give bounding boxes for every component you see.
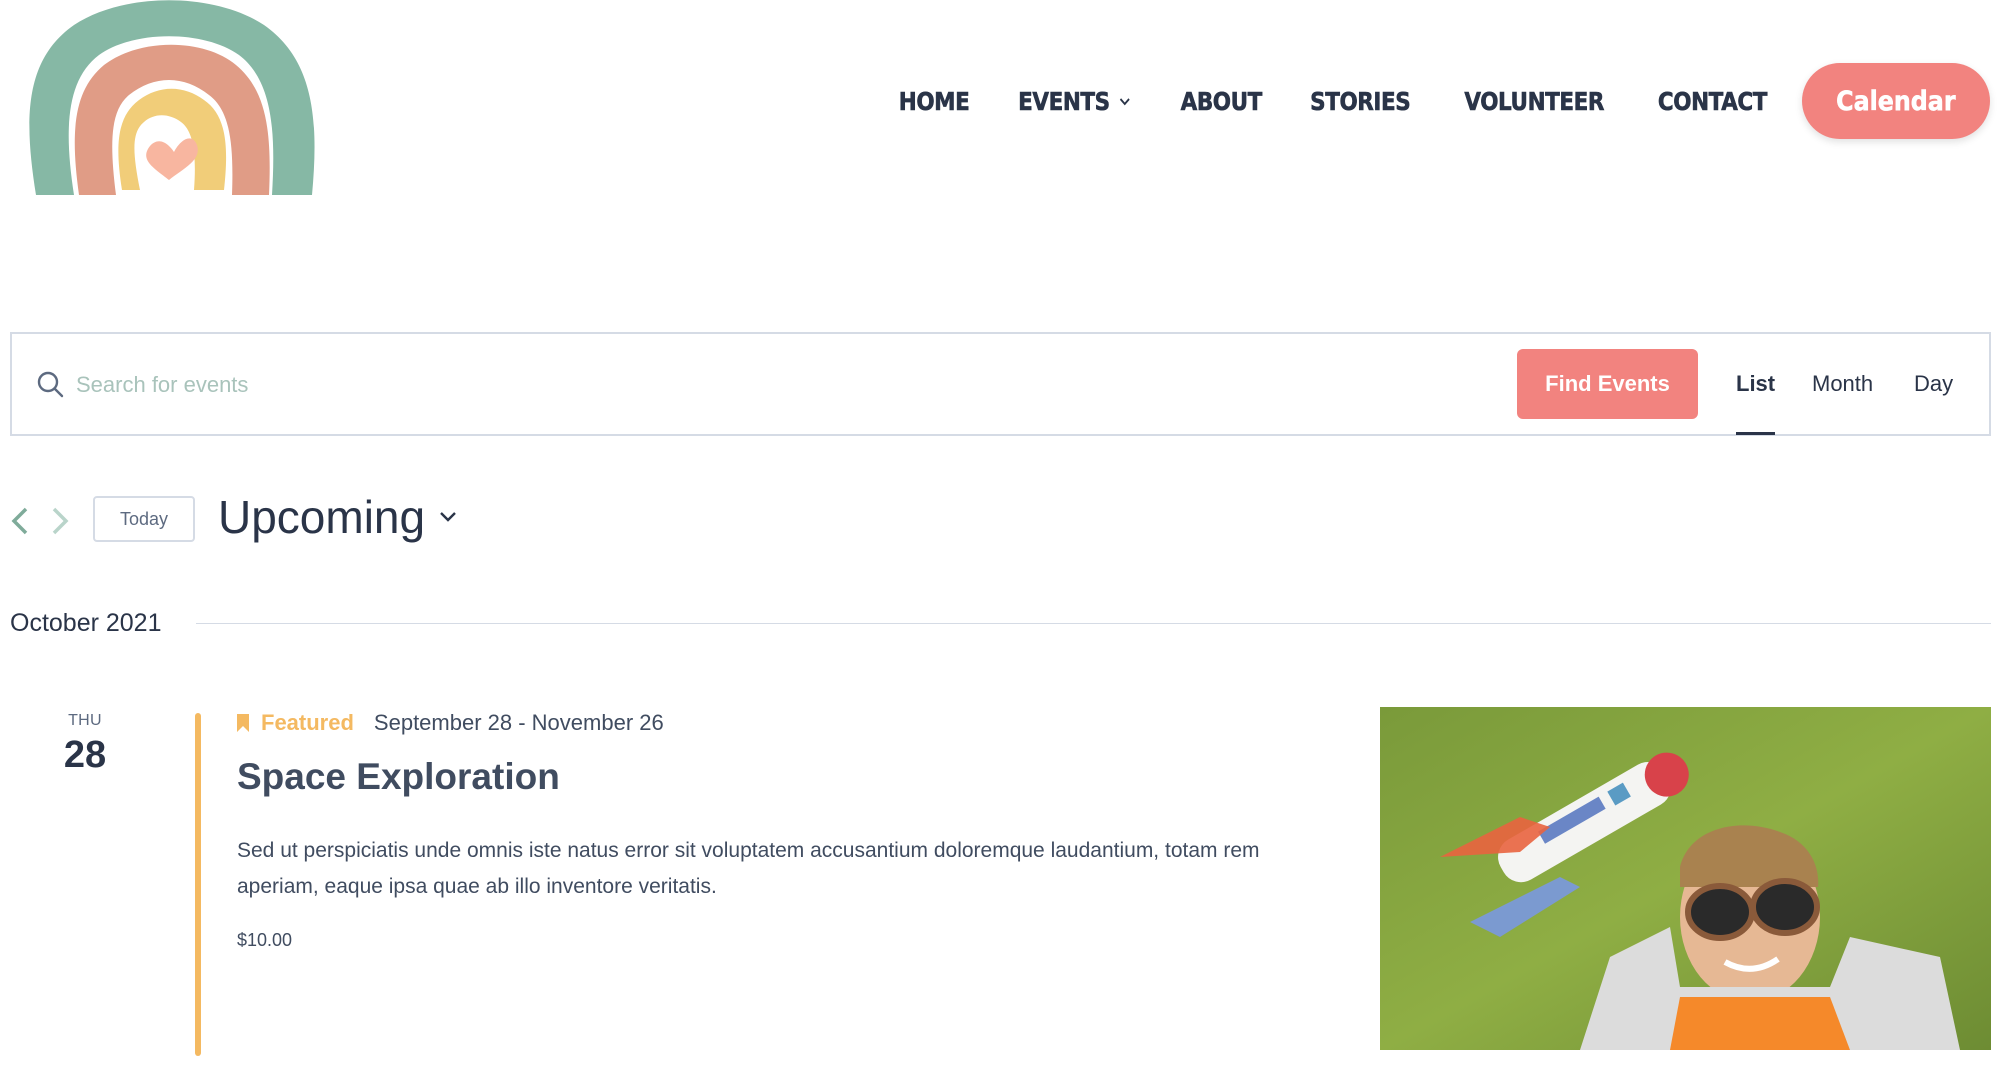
month-divider xyxy=(195,622,1991,624)
nav-contact[interactable]: CONTACT xyxy=(1657,86,1768,116)
event-date: THU 28 xyxy=(45,712,125,777)
event-meta: Featured September 28 - November 26 xyxy=(237,710,664,736)
events-toolbar: Today Upcoming xyxy=(0,491,600,544)
event-day-number: 28 xyxy=(63,734,107,776)
nav-volunteer-label: VOLUNTEER xyxy=(1464,86,1605,116)
view-tab-list[interactable]: List xyxy=(1736,364,1776,435)
events-search-bar: Find Events List Month Day xyxy=(10,332,1991,436)
chevron-down-icon xyxy=(440,512,456,522)
month-separator: October 2021 xyxy=(10,605,1991,641)
nav-stories[interactable]: STORIES xyxy=(1310,86,1411,116)
search-icon xyxy=(37,371,64,398)
view-tab-month[interactable]: Month xyxy=(1812,364,1873,404)
nav-about[interactable]: ABOUT xyxy=(1180,86,1262,116)
main-nav: HOME EVENTS ABOUT STORIES VOLUNTEER CONT… xyxy=(893,63,1990,139)
nav-stories-label: STORIES xyxy=(1310,86,1411,116)
view-tab-day[interactable]: Day xyxy=(1914,364,1953,404)
calendar-button-label: Calendar xyxy=(1836,85,1956,117)
calendar-button[interactable]: Calendar xyxy=(1802,63,1990,139)
nav-events-label: EVENTS xyxy=(1018,86,1111,116)
find-events-button[interactable]: Find Events xyxy=(1517,349,1698,419)
range-label: Upcoming xyxy=(218,491,426,543)
event-date-range: September 28 - November 26 xyxy=(373,710,664,735)
month-label: October 2021 xyxy=(10,608,162,637)
chevron-down-icon xyxy=(1119,98,1130,106)
site-logo[interactable] xyxy=(14,0,324,202)
event-description: Sed ut perspiciatis unde omnis iste natu… xyxy=(237,839,1260,898)
event-photo xyxy=(1380,707,1991,1050)
event-day-of-week: THU xyxy=(68,712,102,729)
search-input[interactable] xyxy=(76,360,1176,410)
nav-contact-label: CONTACT xyxy=(1657,86,1768,116)
today-button[interactable]: Today xyxy=(93,496,195,542)
bookmark-icon xyxy=(237,714,249,732)
nav-about-label: ABOUT xyxy=(1180,86,1262,116)
rainbow-logo-icon xyxy=(29,0,315,195)
chevron-right-icon[interactable] xyxy=(48,506,72,536)
range-selector[interactable]: Upcoming xyxy=(218,490,457,544)
nav-home-label: HOME xyxy=(898,86,971,116)
event-price: $10.00 xyxy=(237,930,293,950)
featured-label: Featured xyxy=(261,710,354,735)
chevron-left-icon[interactable] xyxy=(8,506,32,536)
nav-volunteer[interactable]: VOLUNTEER xyxy=(1464,86,1605,116)
featured-bar xyxy=(195,713,201,1056)
event-title[interactable]: Space Exploration xyxy=(237,756,560,798)
nav-events[interactable]: EVENTS xyxy=(1018,86,1130,116)
event-image[interactable] xyxy=(1380,707,1991,1050)
nav-home[interactable]: HOME xyxy=(898,86,971,116)
